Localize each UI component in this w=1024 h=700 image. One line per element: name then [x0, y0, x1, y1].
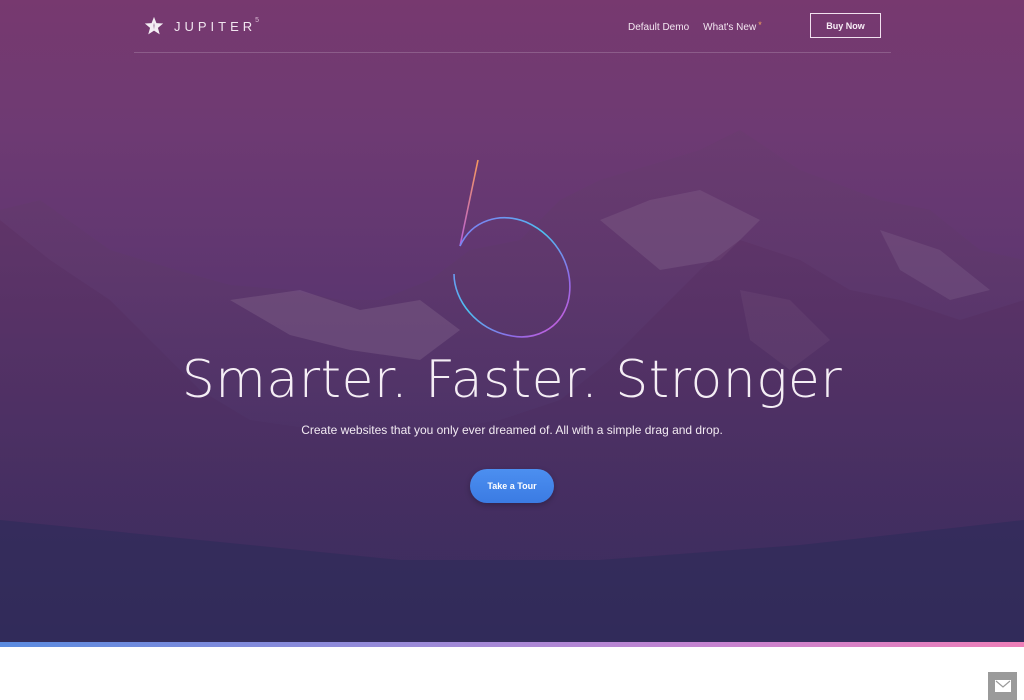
- envelope-icon: [994, 680, 1011, 692]
- hero-subheadline: Create websites that you only ever dream…: [301, 423, 723, 437]
- nav-default-demo[interactable]: Default Demo: [628, 22, 689, 33]
- contact-button[interactable]: [988, 672, 1017, 700]
- nav-default-demo-label: Default Demo: [628, 22, 690, 33]
- logo-version: 5: [255, 16, 260, 24]
- gradient-divider: [0, 642, 1024, 647]
- logo-text: JUPITER: [174, 18, 257, 34]
- site-header: JUPITER 5 Default Demo What's New * Buy N…: [134, 0, 891, 53]
- hero-headline: Smarter. Faster. Stronger: [181, 350, 843, 410]
- big-five-numeral: [453, 159, 571, 338]
- nav-whats-new-label: What's New: [703, 22, 757, 33]
- nav-whats-new[interactable]: What's New *: [703, 20, 762, 33]
- logo[interactable]: JUPITER 5: [144, 16, 259, 36]
- star-icon: [144, 16, 164, 35]
- main-nav: Default Demo What's New *: [628, 20, 762, 33]
- hero-section: JUPITER 5 Default Demo What's New * Buy N…: [0, 0, 1024, 642]
- take-a-tour-button[interactable]: Take a Tour: [470, 469, 554, 503]
- new-badge-icon: *: [758, 20, 762, 30]
- buy-now-button[interactable]: Buy Now: [810, 13, 881, 38]
